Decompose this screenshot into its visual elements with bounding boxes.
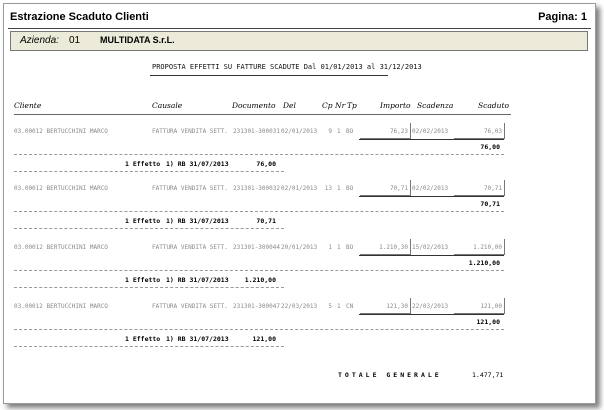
row-del: 22/03/2013 [281,303,318,310]
report-title: PROPOSTA EFFETTI SU FATTURE SCADUTE Dal … [152,63,422,71]
row-tp: BO [346,185,354,192]
effetto-riferimento: 1) RB 31/07/2013 [166,160,229,168]
page-number: Pagina: 1 [538,11,587,23]
azienda-label: Azienda: [20,35,59,46]
col-importo: Importo [380,101,411,110]
col-scadenza: Scadenza [417,101,454,110]
effetto-label: 1 Effetto [125,335,161,343]
row-importo: 70,71 [389,185,408,192]
row-del: 02/01/2013 [281,128,318,135]
azienda-name: MULTIDATA S.r.L. [100,35,175,45]
group-separator [14,270,504,272]
row-tp: BO [346,244,354,251]
row-nr: 1 [337,244,341,251]
subtotal-rule [359,255,504,256]
row-scadenza: 15/02/2013 [412,244,449,251]
col-causale: Causale [152,101,183,110]
effetto-separator [14,346,284,348]
effetto-separator [14,228,284,230]
row-cliente: 03.00012 BERTUCCHINI MARCO [14,303,108,310]
col-del: Del [283,101,296,110]
row-subtotale: 70,71 [480,200,500,208]
row-documento: 231301-300047 [233,303,280,310]
row-scadenza: 02/02/2013 [412,128,449,135]
subtotal-rule [359,139,504,140]
effetto-separator [14,287,284,289]
row-scaduto: 76,03 [483,128,502,135]
effetto-riferimento: 1) RB 31/07/2013 [166,335,229,343]
report-window-title: Estrazione Scaduto Clienti [10,11,149,23]
subtotal-rule [359,314,504,315]
row-tp: BO [346,128,354,135]
azienda-box: Azienda: 01 MULTIDATA S.r.L. [10,31,588,51]
col-tp: Tp [347,101,357,110]
header-divider [8,28,591,29]
effetto-separator [14,171,284,173]
effetto-riferimento: 1) RB 31/07/2013 [166,217,229,225]
effetto-label: 1 Effetto [125,217,161,225]
effetto-importo: 70,71 [256,217,276,225]
group-separator [14,211,504,213]
col-nr: Nr [335,101,346,110]
row-cliente: 03.00012 BERTUCCHINI MARCO [14,185,108,192]
grand-total-value: 1.477,71 [472,371,504,379]
effetto-label: 1 Effetto [125,276,161,284]
row-nr: 1 [337,185,341,192]
row-nr: 1 [337,303,341,310]
row-del: 20/01/2013 [281,244,318,251]
row-scaduto: 121,00 [480,303,502,310]
group-separator [14,329,504,331]
group-separator [14,154,504,156]
col-cliente: Cliente [14,101,42,110]
row-causale: FATTURA VENDITA SETT. [152,303,228,310]
row-causale: FATTURA VENDITA SETT. [152,244,228,251]
report-title-underline [150,75,388,76]
row-del: 02/01/2013 [281,185,318,192]
row-tp: CN [346,303,354,310]
row-cp: 5 [328,303,332,310]
row-cp: 13 [324,185,332,192]
effetto-label: 1 Effetto [125,160,161,168]
col-cp: Cp [322,101,333,110]
header-underline [14,114,511,115]
row-importo: 1.210,30 [379,244,408,251]
row-subtotale: 76,00 [480,143,500,151]
col-documento: Documento [232,101,276,110]
row-cp: 9 [328,128,332,135]
report-page: Estrazione Scaduto Clienti Pagina: 1 Azi… [3,3,596,404]
row-cp: 1 [328,244,332,251]
effetto-importo: 76,00 [256,160,276,168]
row-documento: 231301-300044 [233,244,280,251]
row-scadenza: 22/03/2013 [412,303,449,310]
azienda-code: 01 [69,35,81,46]
row-subtotale: 121,00 [476,318,500,326]
row-scadenza: 02/02/2013 [412,185,449,192]
row-importo: 76,23 [389,128,408,135]
row-cliente: 03.00012 BERTUCCHINI MARCO [14,128,108,135]
col-scaduto: Scaduto [478,101,509,110]
row-cliente: 03.00012 BERTUCCHINI MARCO [14,244,108,251]
effetto-importo: 1.210,00 [244,276,276,284]
row-causale: FATTURA VENDITA SETT. [152,185,228,192]
row-scaduto: 1.210,00 [473,244,502,251]
row-nr: 1 [337,128,341,135]
row-subtotale: 1.210,00 [468,259,500,267]
grand-total-label: TOTALE GENERALE [338,371,442,379]
row-importo: 121,30 [386,303,408,310]
subtotal-rule [359,196,504,197]
effetto-importo: 121,00 [252,335,276,343]
row-scaduto: 70,71 [483,185,502,192]
row-causale: FATTURA VENDITA SETT. [152,128,228,135]
row-documento: 231301-300032 [233,185,280,192]
effetto-riferimento: 1) RB 31/07/2013 [166,276,229,284]
row-documento: 231301-300031 [233,128,280,135]
